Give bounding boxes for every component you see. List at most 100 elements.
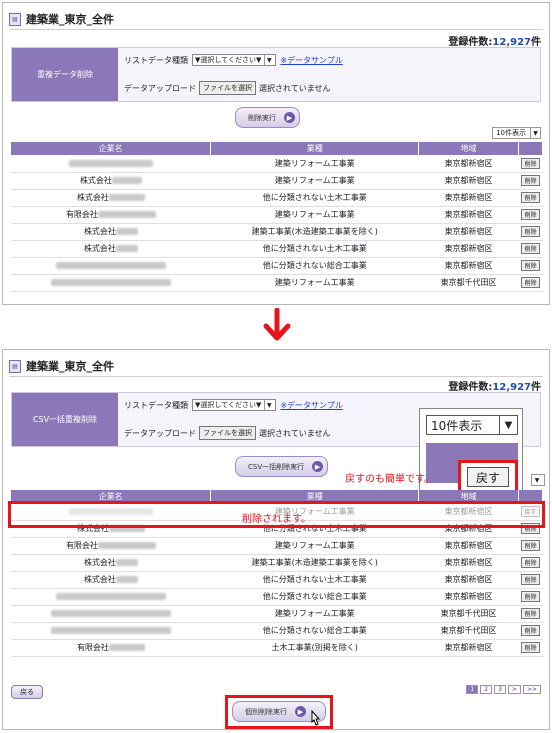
industry-cell: 他に分類されない総合工事業 [210,257,419,275]
delete-button[interactable]: 削除 [521,175,540,186]
industry-cell: 建築工事業(木造建築工事業を除く) [210,223,419,241]
page-title: 建築業_東京_全件 [26,13,114,26]
redacted-text [50,627,171,634]
per-page-select[interactable]: ▼ [531,474,545,486]
table-row: 株式会社 建築リフォーム工事業 東京都新宿区 削除 [11,172,543,190]
redacted-text [50,279,171,286]
file-status: 選択されていません [259,428,331,438]
page-1-link[interactable]: 1 [466,685,479,694]
company-cell: 有限会社 [11,206,211,224]
file-select-button[interactable]: ファイルを選択 [199,426,256,440]
delete-button[interactable]: 削除 [521,260,540,271]
file-select-button[interactable]: ファイルを選択 [199,81,256,95]
delete-button[interactable]: 削除 [521,625,540,636]
title-divider [9,29,543,30]
delete-button[interactable]: 削除 [521,540,540,551]
record-count: 登録件数:12,927件 [448,382,541,393]
page-3-link[interactable]: 3 [494,685,506,694]
table-header: 企業名 業種 地域 [11,142,543,155]
table-row: 有限会社 建築リフォーム工事業 東京都新宿区 削除 [11,537,543,555]
table-row: 建築リフォーム工事業 東京都千代田区 削除 [11,605,543,623]
undo-button-zoom[interactable]: 戻す [467,467,509,487]
table-row: 株式会社 他に分類されない土木工事業 東京都新宿区 削除 [11,189,543,207]
delete-button[interactable]: 削除 [521,209,540,220]
industry-cell: 建築リフォーム工事業 [210,274,419,292]
region-cell: 東京都新宿区 [418,189,519,207]
redacted-text [97,211,156,218]
table-row: 建築リフォーム工事業 東京都千代田区 削除 [11,274,543,292]
company-cell: 株式会社 [11,172,211,190]
page-title-area: ▤ 建築業_東京_全件 [9,11,114,27]
table-row: 建築リフォーム工事業 東京都新宿区 削除 [11,155,543,173]
company-cell [11,588,211,606]
company-cell [11,155,211,173]
region-cell: 東京都新宿区 [418,155,519,173]
table-row: 他に分類されない総合工事業 東京都新宿区 削除 [11,588,543,606]
column-industry: 業種 [210,142,420,155]
back-button[interactable]: 戻る [11,685,43,699]
region-cell: 東京都新宿区 [418,588,519,606]
per-page-select[interactable]: 10件表示 ▼ [492,127,541,139]
redacted-text [115,576,138,583]
company-cell: 株式会社 [11,240,211,258]
delete-button[interactable]: 削除 [521,608,540,619]
table-row: 株式会社 他に分類されない土木工事業 東京都新宿区 削除 [11,571,543,589]
list-type-select[interactable]: ▼選択してください▼ ▼ [192,54,277,66]
delete-button[interactable]: 削除 [521,157,540,169]
csv-delete-execute-button[interactable]: CSV一括削除実行 ▶ [235,456,329,477]
redacted-text [97,542,156,549]
data-sample-link[interactable]: ※データサンプル [280,55,342,66]
cursor-icon [311,710,321,726]
company-cell: 株式会社 [11,554,211,572]
pagination: 1 2 3 > >> [466,685,541,694]
industry-cell: 建築リフォーム工事業 [210,206,419,224]
industry-cell: 他に分類されない土木工事業 [210,571,419,589]
company-cell [11,605,211,623]
delete-button[interactable]: 削除 [521,243,540,254]
deleted-note: 削除されます。 [242,514,311,525]
region-cell: 東京都新宿区 [418,257,519,275]
page-2-link[interactable]: 2 [480,685,493,694]
chevron-down-icon: ▼ [264,55,273,65]
region-cell: 東京都新宿区 [418,172,519,190]
region-cell: 東京都千代田区 [418,605,519,623]
delete-button[interactable]: 削除 [521,642,540,653]
delete-button[interactable]: 削除 [521,226,540,237]
region-cell: 東京都新宿区 [418,537,519,555]
next-page-link[interactable]: > [507,685,521,694]
last-page-link[interactable]: >> [522,685,541,694]
redacted-text [111,177,142,184]
delete-button[interactable]: 削除 [521,557,540,568]
form-label: CSV一括重複削除 [12,393,118,446]
delete-form: 重複データ削除 リストデータ種類 ▼選択してください▼ ▼ ※データサンプル デー… [11,47,541,102]
region-cell: 東京都新宿区 [418,240,519,258]
delete-button[interactable]: 削除 [521,591,540,602]
table-row: 株式会社 建築工事業(木造建築工事業を除く) 東京都新宿区 削除 [11,223,543,241]
bulk-delete-highlight: 個別削除実行 ▶ [225,695,333,729]
region-cell: 東京都新宿区 [418,554,519,572]
page-title-area: ▤ 建築業_東京_全件 [9,358,114,374]
region-cell: 東京都新宿区 [418,206,519,224]
company-cell: 株式会社 [11,571,211,589]
industry-cell: 土木工事業(別掲を除く) [210,639,419,657]
list-type-select[interactable]: ▼選択してください▼ ▼ [192,399,277,411]
deleted-row-highlight: 削除されます。 [8,501,545,528]
chevron-down-icon: ▼ [530,127,540,139]
table-row: 株式会社 他に分類されない土木工事業 東京都新宿区 削除 [11,240,543,258]
records-table: 企業名 業種 地域 建築リフォーム工事業 東京都新宿区 削除 株式会社 建築リフォーム… [11,142,543,292]
file-status: 選択されていません [259,83,331,93]
redacted-text [115,245,138,252]
chevron-down-icon: ▼ [499,416,517,434]
industry-cell: 他に分類されない総合工事業 [210,588,419,606]
list-icon: ▤ [9,12,21,26]
data-sample-link[interactable]: ※データサンプル [280,400,342,411]
delete-button[interactable]: 削除 [521,574,540,585]
per-page-select-zoom[interactable]: 10件表示 ▼ [426,415,518,435]
column-region: 地域 [418,142,519,155]
region-cell: 東京都新宿区 [418,223,519,241]
table-row: 株式会社 建築工事業(木造建築工事業を除く) 東京都新宿区 削除 [11,554,543,572]
delete-button[interactable]: 削除 [521,192,540,203]
delete-execute-button[interactable]: 削除実行 ▶ [235,107,300,128]
company-cell [11,257,211,275]
delete-button[interactable]: 削除 [521,277,540,288]
